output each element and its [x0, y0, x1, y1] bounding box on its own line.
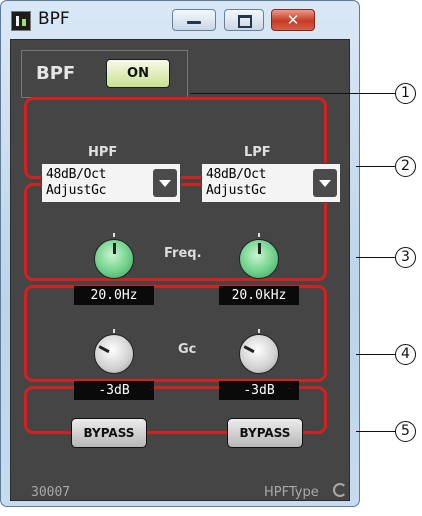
lpf-label: LPF: [244, 145, 271, 160]
callout-line-2: [356, 166, 395, 167]
dropdown-arrow-icon[interactable]: [313, 169, 337, 197]
callout-line-1: [190, 93, 395, 94]
callout-2: 2: [395, 156, 416, 177]
hpf-bypass-button[interactable]: BYPASS: [71, 418, 147, 448]
callout-3: 3: [395, 247, 416, 268]
callout-line-5: [356, 431, 395, 432]
dropdown-arrow-icon[interactable]: [153, 169, 177, 197]
freq-label: Freq.: [164, 246, 202, 261]
app-icon: [11, 11, 31, 31]
maximize-icon: [238, 15, 252, 28]
hpf-freq-value[interactable]: 20.0Hz: [74, 286, 154, 305]
lpf-gc-knob[interactable]: [239, 334, 279, 374]
bpf-window: BPF ✕ BPF ON HPF LPF 48dB/Oct AdjustGc 4…: [0, 0, 360, 507]
hpf-type-line2: AdjustGc: [46, 183, 107, 198]
hpf-gc-knob[interactable]: [94, 334, 134, 374]
maximize-button[interactable]: [224, 9, 264, 31]
refresh-icon[interactable]: [333, 483, 347, 497]
knob-indicator: [98, 345, 110, 354]
lpf-type-select[interactable]: 48dB/Oct AdjustGc: [201, 163, 341, 203]
bpf-label: BPF: [36, 63, 76, 84]
knob-tick: [258, 329, 260, 333]
hpf-gc-value[interactable]: -3dB: [74, 381, 154, 400]
minimize-icon: [187, 21, 201, 24]
knob-indicator: [113, 243, 116, 254]
callout-4: 4: [395, 344, 416, 365]
knob-indicator: [258, 243, 261, 254]
callout-line-4: [356, 354, 395, 355]
close-button[interactable]: ✕: [271, 9, 315, 31]
hpf-freq-knob[interactable]: [94, 239, 134, 279]
knob-indicator: [243, 345, 255, 354]
callout-5: 5: [395, 421, 416, 442]
callout-1: 1: [395, 83, 416, 104]
callout-line-3: [356, 257, 395, 258]
footer-type: HPFType: [264, 485, 319, 500]
title-bar[interactable]: BPF ✕: [1, 1, 359, 39]
lpf-freq-value[interactable]: 20.0kHz: [219, 286, 299, 305]
lpf-gc-value[interactable]: -3dB: [219, 381, 299, 400]
lpf-bypass-button[interactable]: BYPASS: [227, 418, 303, 448]
knob-tick: [113, 329, 115, 333]
gc-label: Gc: [178, 342, 197, 357]
hpf-type-line1: 48dB/Oct: [46, 167, 107, 182]
footer-id: 30007: [31, 485, 71, 500]
knob-tick: [113, 233, 115, 237]
window-title: BPF: [38, 9, 70, 29]
bpf-on-button[interactable]: ON: [106, 59, 170, 88]
minimize-button[interactable]: [172, 9, 216, 31]
lpf-type-line1: 48dB/Oct: [206, 167, 267, 182]
close-icon: ✕: [286, 11, 300, 29]
hpf-type-select[interactable]: 48dB/Oct AdjustGc: [41, 163, 181, 203]
hpf-label: HPF: [88, 145, 118, 160]
lpf-freq-knob[interactable]: [239, 239, 279, 279]
lpf-type-line2: AdjustGc: [206, 183, 267, 198]
knob-tick: [258, 233, 260, 237]
bpf-switch-group: BPF ON: [21, 50, 188, 98]
